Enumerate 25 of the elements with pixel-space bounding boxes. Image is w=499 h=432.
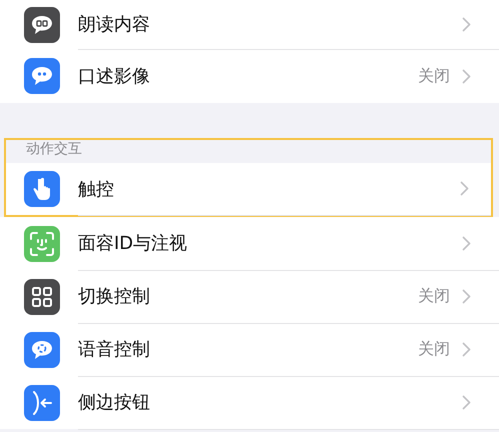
row-label: 口述影像 (78, 65, 151, 88)
speech-bubble-icon (24, 6, 60, 42)
row-value: 关闭 (418, 286, 450, 306)
hand-pointer-icon (24, 171, 60, 207)
row-label: 切换控制 (78, 285, 151, 308)
chevron-icon (462, 16, 471, 32)
speech-bubble-icon (24, 332, 60, 368)
row-label: 触控 (78, 178, 115, 200)
row-label: 语音控制 (78, 338, 151, 361)
row-label: 面容ID与注视 (78, 232, 188, 255)
chevron-icon (462, 236, 471, 250)
chevron-icon (462, 68, 471, 84)
chevron-icon (460, 181, 469, 196)
row-label: 侧边按钮 (78, 391, 151, 414)
chevron-icon (462, 342, 471, 356)
grid-icon (24, 278, 60, 314)
row-value: 关闭 (418, 338, 450, 360)
settings-row[interactable]: 触控 (6, 163, 491, 215)
face-scan-icon (24, 226, 60, 262)
row-value: 关闭 (418, 66, 450, 86)
quote-bubble-icon (24, 58, 60, 94)
chevron-icon (462, 288, 471, 304)
section-header: 动作交互 (26, 140, 82, 158)
row-label: 朗读内容 (78, 13, 151, 36)
chevron-icon (462, 394, 471, 410)
